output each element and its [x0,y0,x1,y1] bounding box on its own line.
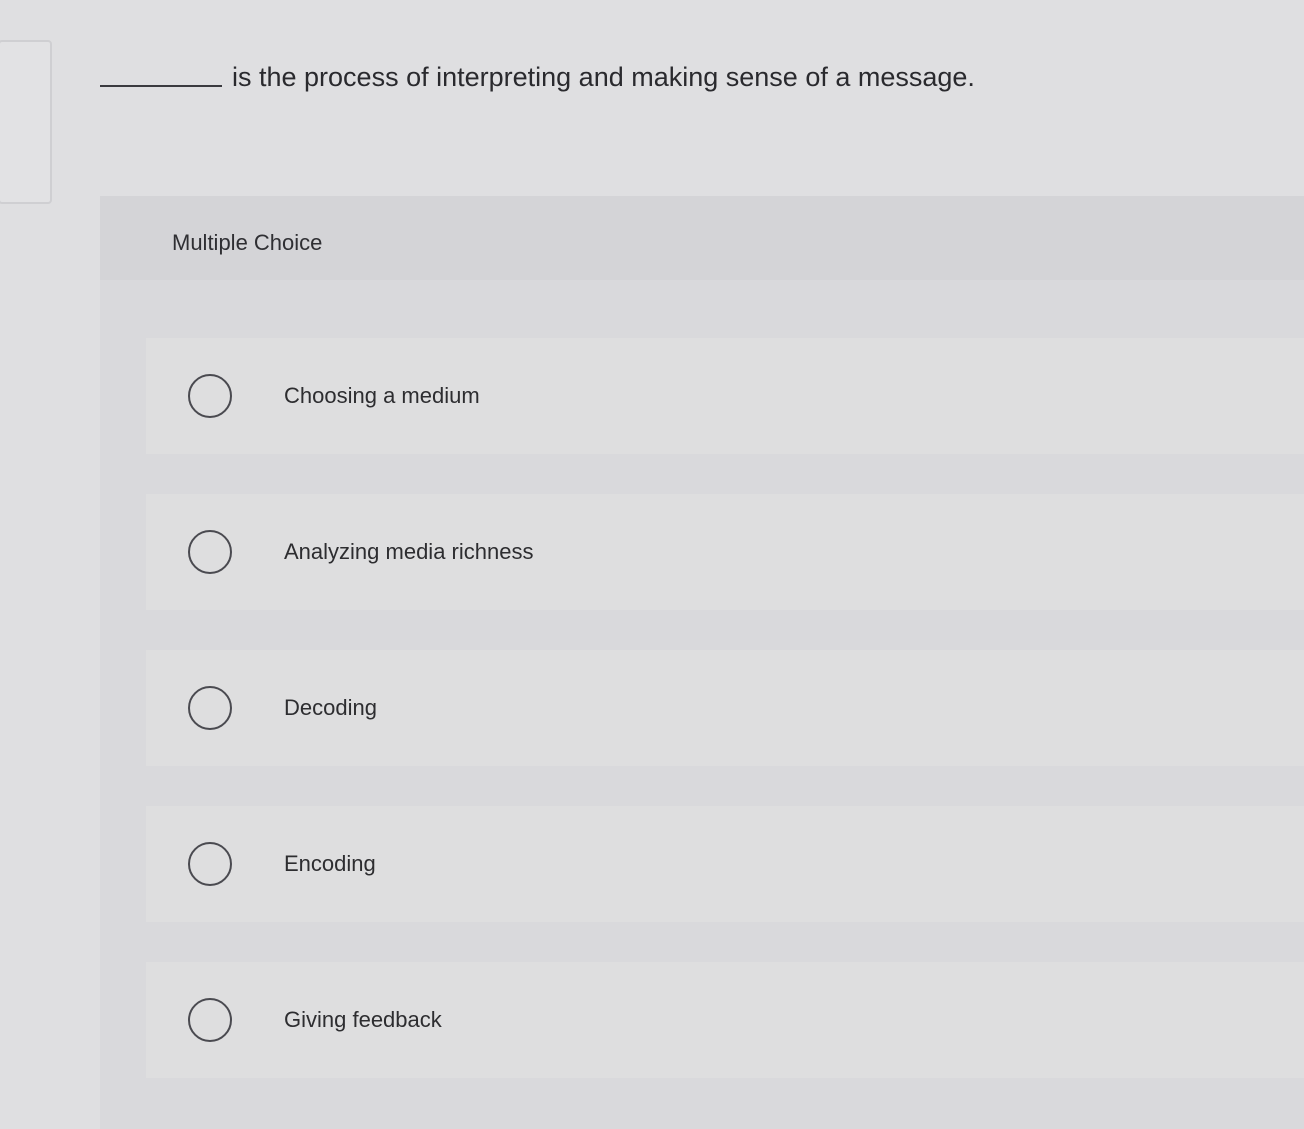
answer-option-encoding[interactable]: Encoding [146,806,1304,922]
radio-button-icon[interactable] [188,998,232,1042]
answer-option-label: Choosing a medium [284,383,480,408]
question-type-label: Multiple Choice [172,230,323,255]
answer-option-decoding[interactable]: Decoding [146,650,1304,766]
radio-button-icon[interactable] [188,686,232,730]
answer-option-label: Encoding [284,851,376,876]
answer-option-label: Giving feedback [284,1007,442,1032]
answer-blank [100,85,222,87]
answer-option-choosing-a-medium[interactable]: Choosing a medium [146,338,1304,454]
radio-button-icon[interactable] [188,842,232,886]
radio-button-icon[interactable] [188,530,232,574]
question-type-header: Multiple Choice [100,196,1304,280]
answer-option-label: Decoding [284,695,377,720]
answer-option-analyzing-media-richness[interactable]: Analyzing media richness [146,494,1304,610]
question-text: is the process of interpreting and makin… [232,62,975,92]
answer-option-label: Analyzing media richness [284,539,534,564]
answer-option-giving-feedback[interactable]: Giving feedback [146,962,1304,1078]
question-prompt: is the process of interpreting and makin… [100,62,975,93]
answer-section: Multiple Choice Choosing a medium Analyz… [100,196,1304,1129]
radio-button-icon[interactable] [188,374,232,418]
side-panel [0,40,52,204]
